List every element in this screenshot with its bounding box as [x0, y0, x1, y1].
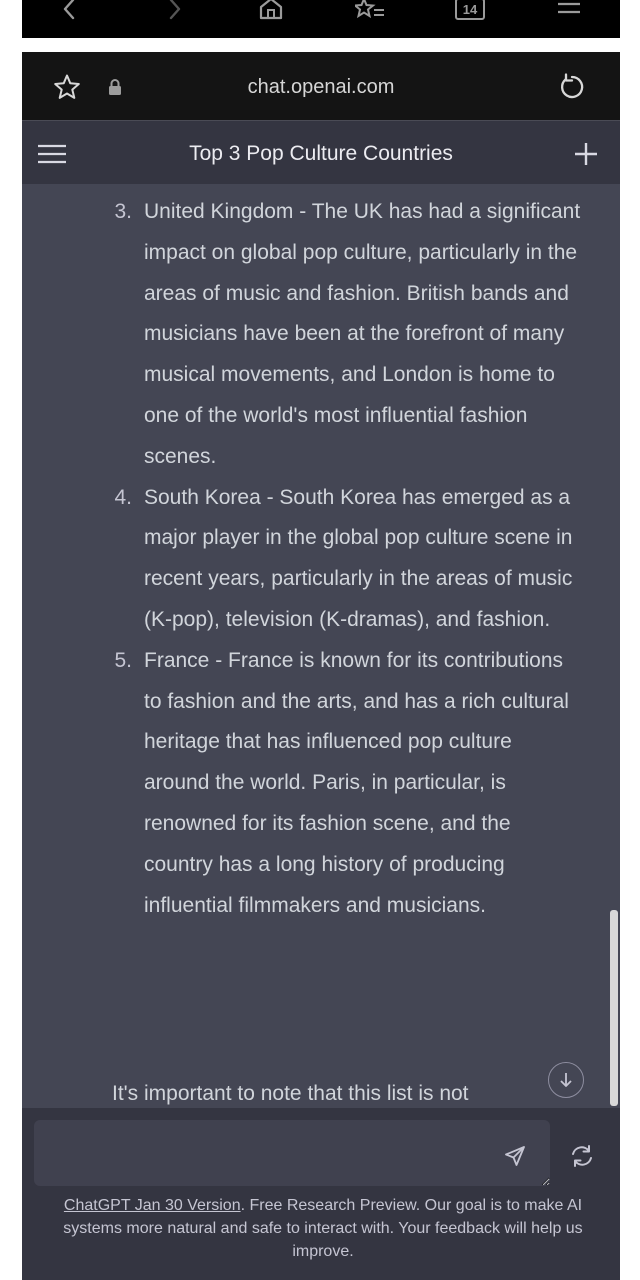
scrollbar-thumb[interactable] [610, 910, 618, 1106]
list-number: 5. [114, 648, 132, 672]
regenerate-button[interactable] [564, 1138, 600, 1174]
message-paragraph: It's important to note that this list is… [112, 1082, 469, 1105]
regenerate-icon [569, 1144, 595, 1168]
list-text: France - France is known for its contrib… [144, 648, 569, 917]
list-number: 3. [114, 200, 132, 223]
reload-icon[interactable] [557, 72, 587, 102]
list-item: 5. France - France is known for its cont… [22, 641, 582, 927]
list-text: United Kingdom - The UK has had a signif… [144, 200, 581, 468]
message-input[interactable] [34, 1120, 550, 1186]
spacer [22, 38, 620, 52]
version-link[interactable]: ChatGPT Jan 30 Version [64, 1197, 241, 1214]
phone-screen: 14 chat.openai.com Top 3 Pop Culture Cou… [22, 0, 620, 1280]
chevron-left-icon[interactable] [56, 0, 82, 22]
menu-icon[interactable] [554, 0, 584, 22]
bookmarks-icon[interactable] [354, 0, 386, 22]
url-display[interactable]: chat.openai.com [22, 52, 620, 120]
scroll-to-bottom-button[interactable] [548, 1062, 584, 1098]
plus-icon[interactable] [570, 138, 602, 170]
arrow-down-icon [558, 1071, 574, 1089]
list-item: 4. South Korea - South Korea has emerged… [22, 478, 582, 641]
message-thread: 3. United Kingdom - The UK has had a sig… [22, 184, 620, 1108]
browser-toolbar: 14 [22, 0, 620, 38]
chat-header: Top 3 Pop Culture Countries [22, 120, 620, 185]
conversation-title: Top 3 Pop Culture Countries [189, 142, 453, 165]
send-icon [503, 1144, 527, 1168]
address-bar: chat.openai.com [22, 52, 620, 120]
list-number: 4. [114, 485, 132, 509]
home-icon[interactable] [256, 0, 286, 22]
send-button[interactable] [497, 1138, 533, 1174]
tab-count: 14 [462, 1, 478, 17]
list-item: 3. United Kingdom - The UK has had a sig… [22, 192, 582, 478]
chevron-right-icon[interactable] [162, 0, 188, 22]
answer-list: 3. United Kingdom - The UK has had a sig… [22, 192, 582, 926]
list-text: South Korea - South Korea has emerged as… [144, 485, 573, 631]
disclaimer: ChatGPT Jan 30 Version. Free Research Pr… [40, 1194, 606, 1263]
tabs-icon[interactable]: 14 [452, 0, 488, 22]
composer-area: ChatGPT Jan 30 Version. Free Research Pr… [22, 1108, 620, 1280]
